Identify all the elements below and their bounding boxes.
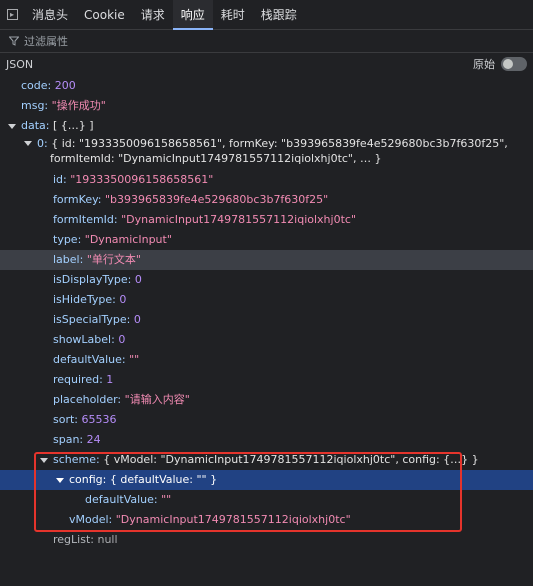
tree-value: { defaultValue: "" } [109, 473, 218, 486]
tree-value: [ {…} ] [52, 119, 94, 132]
tree-value: "DynamicInput" [84, 233, 172, 246]
panel-toggle-icon[interactable]: ▸ [0, 0, 24, 29]
tree-key: id: [53, 173, 67, 186]
tree-row-config-defaultValue[interactable]: defaultValue: "" [0, 490, 533, 510]
tree-key: regList: [53, 533, 94, 546]
tree-row-sort[interactable]: sort: 65536 [0, 410, 533, 430]
tree-key: isSpecialType: [53, 313, 131, 326]
tree-row-placeholder[interactable]: placeholder: "请输入内容" [0, 390, 533, 410]
raw-toggle-group[interactable]: 原始 [473, 56, 527, 72]
tree-row-label[interactable]: label: "单行文本" [0, 250, 533, 270]
tree-value: "操作成功" [51, 99, 106, 112]
expand-arrow-icon[interactable] [8, 124, 16, 129]
raw-label: 原始 [473, 58, 495, 71]
tree-key: label: [53, 253, 84, 266]
tree-value: 1 [106, 373, 114, 386]
tab-headers[interactable]: 消息头 [24, 0, 76, 29]
expand-arrow-icon[interactable] [40, 458, 48, 463]
tree-key: vModel: [69, 513, 113, 526]
tree-row-msg[interactable]: msg: "操作成功" [0, 96, 533, 116]
tree-key: data: [21, 119, 50, 132]
tree-key: defaultValue: [85, 493, 158, 506]
tree-key: span: [53, 433, 84, 446]
tree-row-defaultValue[interactable]: defaultValue: "" [0, 350, 533, 370]
tree-row-code[interactable]: code: 200 [0, 76, 533, 96]
json-title: JSON [6, 57, 34, 71]
filter-bar[interactable]: 过滤属性 [0, 30, 533, 53]
json-tree: code: 200 msg: "操作成功" data: [ {…} ] 0: {… [0, 76, 533, 550]
tree-value: "1933350096158658561" [70, 173, 214, 186]
tree-value: { vModel: "DynamicInput1749781557112iqio… [103, 453, 479, 466]
tree-value: 200 [54, 79, 76, 92]
tree-value: 24 [86, 433, 101, 446]
tree-key: required: [53, 373, 103, 386]
panel-tabbar: ▸ 消息头 Cookie 请求 响应 耗时 栈跟踪 [0, 0, 533, 30]
tree-row-isSpecialType[interactable]: isSpecialType: 0 [0, 310, 533, 330]
tree-value: 0 [134, 273, 142, 286]
tree-key: placeholder: [53, 393, 122, 406]
tree-key: showLabel: [53, 333, 115, 346]
tree-row-id[interactable]: id: "1933350096158658561" [0, 170, 533, 190]
tree-row-formItemId[interactable]: formItemId: "DynamicInput1749781557112iq… [0, 210, 533, 230]
tree-row-showLabel[interactable]: showLabel: 0 [0, 330, 533, 350]
tree-row-item-0[interactable]: 0: { id: "1933350096158658561", formKey:… [0, 136, 533, 170]
tree-key: isDisplayType: [53, 273, 132, 286]
tree-row-formKey[interactable]: formKey: "b393965839fe4e529680bc3b7f630f… [0, 190, 533, 210]
tab-response[interactable]: 响应 [172, 0, 213, 30]
tree-value-continued: formItemId: "DynamicInput1749781557112iq… [50, 152, 382, 165]
tree-key: type: [53, 233, 82, 246]
tree-value: "DynamicInput1749781557112iqiolxhj0tc" [115, 513, 351, 526]
tree-row-span[interactable]: span: 24 [0, 430, 533, 450]
expand-arrow-icon[interactable] [24, 141, 32, 146]
expand-arrow-icon[interactable] [56, 478, 64, 483]
tree-value: "请输入内容" [124, 393, 190, 406]
raw-toggle[interactable] [501, 57, 527, 71]
tree-key: formKey: [53, 193, 102, 206]
tree-key: formItemId: [53, 213, 118, 226]
tree-row-vModel[interactable]: vModel: "DynamicInput1749781557112iqiolx… [0, 510, 533, 530]
tree-key: scheme: [53, 453, 100, 466]
tree-value: 0 [133, 313, 141, 326]
tree-value: "DynamicInput1749781557112iqiolxhj0tc" [121, 213, 356, 226]
tree-value: 0 [119, 293, 127, 306]
tree-row-type[interactable]: type: "DynamicInput" [0, 230, 533, 250]
tree-value: 65536 [81, 413, 117, 426]
tab-timings[interactable]: 耗时 [213, 0, 253, 29]
tree-value: "" [161, 493, 172, 506]
json-header: JSON 原始 [0, 53, 533, 75]
filter-input[interactable]: 过滤属性 [24, 33, 68, 49]
tab-cookie[interactable]: Cookie [76, 0, 133, 29]
tree-key: sort: [53, 413, 79, 426]
tree-value: "" [129, 353, 140, 366]
tree-row-config[interactable]: config: { defaultValue: "" } [0, 470, 533, 490]
tab-request[interactable]: 请求 [133, 0, 173, 29]
filter-icon [9, 36, 19, 46]
tab-stack-trace[interactable]: 栈跟踪 [253, 0, 305, 29]
tree-row-required[interactable]: required: 1 [0, 370, 533, 390]
tree-value: "b393965839fe4e529680bc3b7f630f25" [105, 193, 329, 206]
tree-key: isHideType: [53, 293, 116, 306]
tree-value: 0 [118, 333, 126, 346]
tree-key: defaultValue: [53, 353, 126, 366]
tree-row-isHideType[interactable]: isHideType: 0 [0, 290, 533, 310]
tree-row-isDisplayType[interactable]: isDisplayType: 0 [0, 270, 533, 290]
tree-key: config: [69, 473, 107, 486]
tree-row-scheme[interactable]: scheme: { vModel: "DynamicInput174978155… [0, 450, 533, 470]
tree-key: msg: [21, 99, 49, 112]
tree-value: { id: "1933350096158658561", formKey: "b… [51, 137, 508, 150]
tree-row-regList[interactable]: regList: null [0, 530, 533, 550]
tree-key: 0: [37, 137, 48, 150]
tree-value: null [97, 533, 118, 546]
tree-key: code: [21, 79, 52, 92]
tree-row-data[interactable]: data: [ {…} ] [0, 116, 533, 136]
tree-value: "单行文本" [86, 253, 141, 266]
